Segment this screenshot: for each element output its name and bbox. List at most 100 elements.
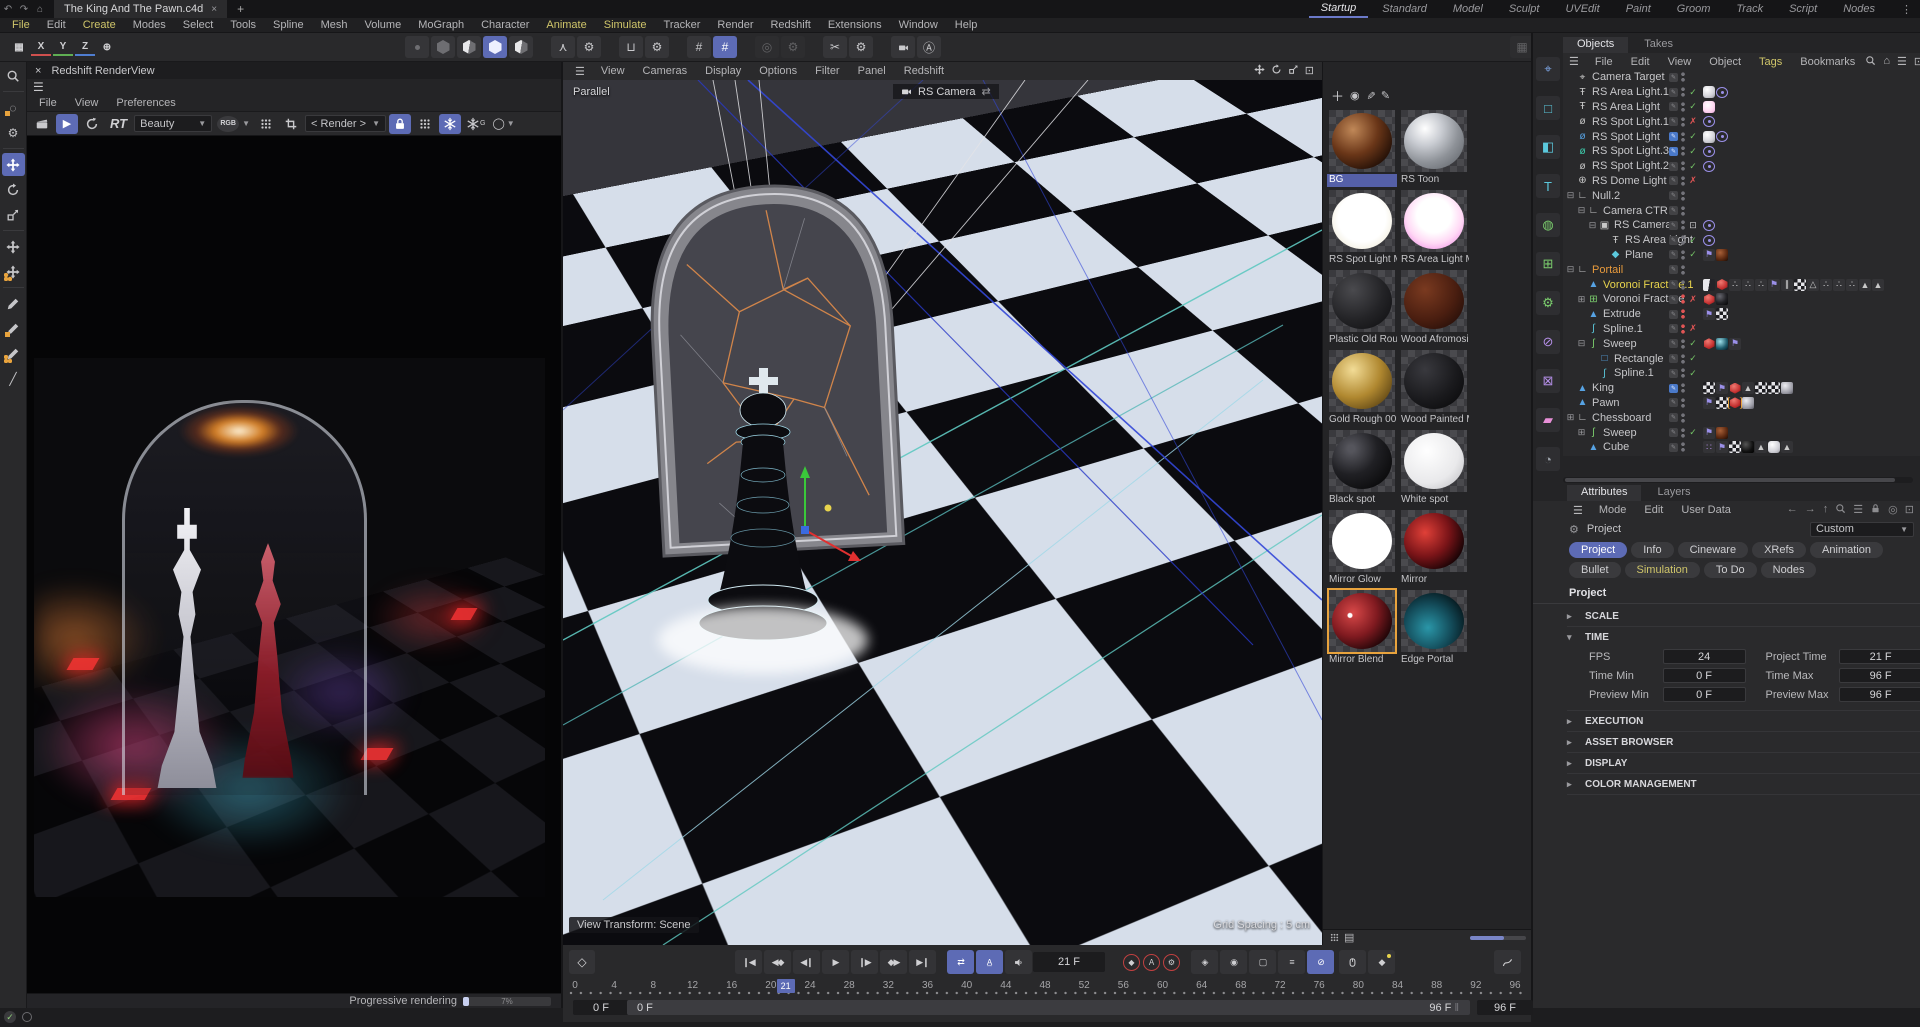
pill-info[interactable]: Info [1631, 542, 1674, 558]
rotate-tool[interactable] [2, 178, 25, 201]
tag-tri[interactable]: ▲ [1872, 278, 1884, 291]
object-name[interactable]: RS Camera [1611, 219, 1671, 231]
enable-state[interactable]: ✓ [1688, 146, 1698, 157]
menu-simulate[interactable]: Simulate [596, 19, 655, 31]
guides-settings-button[interactable]: ⚙ [645, 36, 669, 58]
filter-icon[interactable]: ☰ [1853, 503, 1863, 517]
forward-icon[interactable]: → [1805, 503, 1816, 517]
axis-lock-x[interactable]: X [31, 38, 51, 56]
layout-tab-nodes[interactable]: Nodes [1831, 1, 1887, 17]
timeline-ruler[interactable]: 0 4 8 12 16 20 24 28 32 36 40 44 48 52 56 60 64 68 72 76 80 8… [569, 979, 1525, 996]
redo-icon[interactable]: ↷ [16, 4, 32, 15]
visibility-dots[interactable] [1681, 368, 1685, 379]
object-manager-hscrollbar[interactable] [1563, 477, 1913, 483]
object-name[interactable]: King [1589, 382, 1614, 394]
menu-edit[interactable]: Edit [39, 19, 74, 31]
material-thumbnail[interactable] [1327, 588, 1397, 654]
expand-toggle[interactable]: ⊟ [1587, 220, 1598, 231]
pixel-grid-button[interactable] [255, 114, 277, 134]
field-preview-min[interactable]: 0 F [1662, 687, 1746, 702]
material-black-spot[interactable]: Black spot [1327, 428, 1397, 507]
object-name[interactable]: Portail [1589, 264, 1623, 276]
go-to-end-button[interactable]: ▶❙ [909, 950, 936, 974]
viewport-menu-redshift[interactable]: Redshift [896, 65, 952, 77]
up-icon[interactable]: ↑ [1823, 503, 1829, 517]
object-name[interactable]: RS Dome Light [1589, 175, 1667, 187]
range-start-field[interactable]: 0 F [573, 1000, 629, 1015]
tag-ballgrey[interactable] [1742, 396, 1754, 409]
enable-state[interactable]: ✓ [1688, 161, 1698, 172]
object-name[interactable]: Camera Target [1589, 71, 1665, 83]
snapshot-folder-button[interactable] [31, 114, 53, 134]
object-name[interactable]: Null.2 [1589, 190, 1620, 202]
object-name[interactable]: Pawn [1589, 397, 1620, 409]
material-thumbnail[interactable] [1329, 510, 1395, 572]
annotation-mode-button[interactable]: Ⓐ [917, 36, 941, 58]
object-row-voronoi-fracture-1[interactable]: ▲ Voronoi Fracture.1 ✎ ∴ ∴ ∴ ⚑ ∥ △ ∴ ∴ ∴ ▲ ▲ [1563, 277, 1920, 292]
layout-tab-standard[interactable]: Standard [1370, 1, 1439, 17]
tag-ballp[interactable] [1703, 100, 1715, 113]
enable-state[interactable]: ✓ [1688, 427, 1698, 438]
record-settings-button[interactable]: ⚙ [1163, 953, 1180, 971]
workplane-icon[interactable]: ▦ [9, 38, 29, 56]
tag-target[interactable] [1703, 116, 1715, 128]
viewport-pan-icon[interactable] [1254, 64, 1265, 78]
layer-color-chip[interactable]: ✎ [1669, 324, 1678, 334]
visibility-dots[interactable] [1681, 264, 1685, 275]
attributes-tab-attributes[interactable]: Attributes [1567, 485, 1642, 501]
attributes-menu-user-data[interactable]: User Data [1673, 504, 1739, 516]
enable-state[interactable]: ✗ [1688, 175, 1698, 186]
tag-triad[interactable]: ∴ [1729, 278, 1741, 291]
attributes-menu-mode[interactable]: Mode [1591, 504, 1635, 516]
layer-color-chip[interactable]: ✎ [1669, 398, 1678, 408]
radial-symmetry-button[interactable]: ◎ [755, 36, 779, 58]
object-name[interactable]: Plane [1622, 249, 1653, 261]
layout-tab-startup[interactable]: Startup [1308, 0, 1369, 18]
next-frame-button[interactable]: ❙▶ [851, 950, 878, 974]
visibility-dots[interactable] [1681, 235, 1685, 246]
tag-balldk[interactable] [1716, 293, 1728, 306]
tag-ballw[interactable] [1703, 86, 1715, 99]
tag-tri[interactable]: ▲ [1859, 278, 1871, 291]
shading-solid-outline-button[interactable] [509, 36, 533, 58]
layer-color-chip[interactable]: ✎ [1669, 176, 1678, 186]
object-row-rs-area-light-1[interactable]: Ŧ RS Area Light.1 ✎ ✓ [1563, 85, 1920, 100]
field-fps[interactable]: 24 [1662, 649, 1746, 664]
menu-window[interactable]: Window [891, 19, 946, 31]
tag-flag[interactable]: ⚑ [1716, 441, 1728, 454]
visibility-dots[interactable] [1681, 279, 1685, 290]
object-name[interactable]: RS Spot Light [1589, 131, 1660, 143]
previous-frame-button[interactable]: ◀❙ [793, 950, 820, 974]
cut-settings-button[interactable]: ⚙ [849, 36, 873, 58]
layer-color-chip[interactable]: ✎ [1669, 354, 1678, 364]
tag-tri-o[interactable]: △ [1807, 278, 1819, 291]
new-tab-button[interactable]: + [227, 2, 254, 16]
layer-color-chip[interactable]: ✎ [1669, 220, 1678, 230]
tag-ballteal[interactable] [1716, 337, 1728, 350]
tag-target[interactable] [1703, 145, 1715, 157]
tweak-tool[interactable]: ⚙ [2, 121, 25, 144]
renderview-tab-title[interactable]: Redshift RenderView [51, 65, 154, 77]
layer-color-chip[interactable]: ✎ [1669, 309, 1678, 319]
thumbnail-size-slider[interactable] [1470, 935, 1526, 940]
visibility-dots[interactable] [1681, 397, 1685, 408]
viewport-menu-display[interactable]: Display [697, 65, 749, 77]
material-thumbnail[interactable] [1329, 190, 1395, 252]
material-thumbnail[interactable] [1401, 590, 1467, 652]
pill-simulation[interactable]: Simulation [1624, 562, 1700, 578]
object-row-rs-area-light[interactable]: Ŧ RS Area Light ✎ ✓ [1563, 233, 1920, 248]
object-row-rs-spot-light-3[interactable]: ø RS Spot Light.3 ✎ ✓ [1563, 144, 1920, 159]
menu-mesh[interactable]: Mesh [313, 19, 356, 31]
visibility-dots[interactable] [1681, 101, 1685, 112]
object-row-voronoi-fracture[interactable]: ⊞ ⊞ Voronoi Fracture ✎ ✗ [1563, 292, 1920, 307]
tag-ballbr[interactable] [1716, 426, 1728, 439]
tag-triad[interactable]: ∴ [1742, 278, 1754, 291]
cube-primitive-icon[interactable]: ◧ [1536, 135, 1560, 159]
tag-joints[interactable]: ∷ [1703, 441, 1715, 454]
objects-tab-takes[interactable]: Takes [1630, 37, 1687, 53]
expand-toggle[interactable]: ⊞ [1576, 427, 1587, 438]
tag-flag[interactable]: ⚑ [1716, 382, 1728, 395]
fracture-icon[interactable]: ⊞ [1536, 252, 1560, 276]
object-row-extrude[interactable]: ▲ Extrude ✎ ⚑ [1563, 307, 1920, 322]
object-row-king[interactable]: ▲ King ✎ ⚑ ▲ [1563, 381, 1920, 396]
